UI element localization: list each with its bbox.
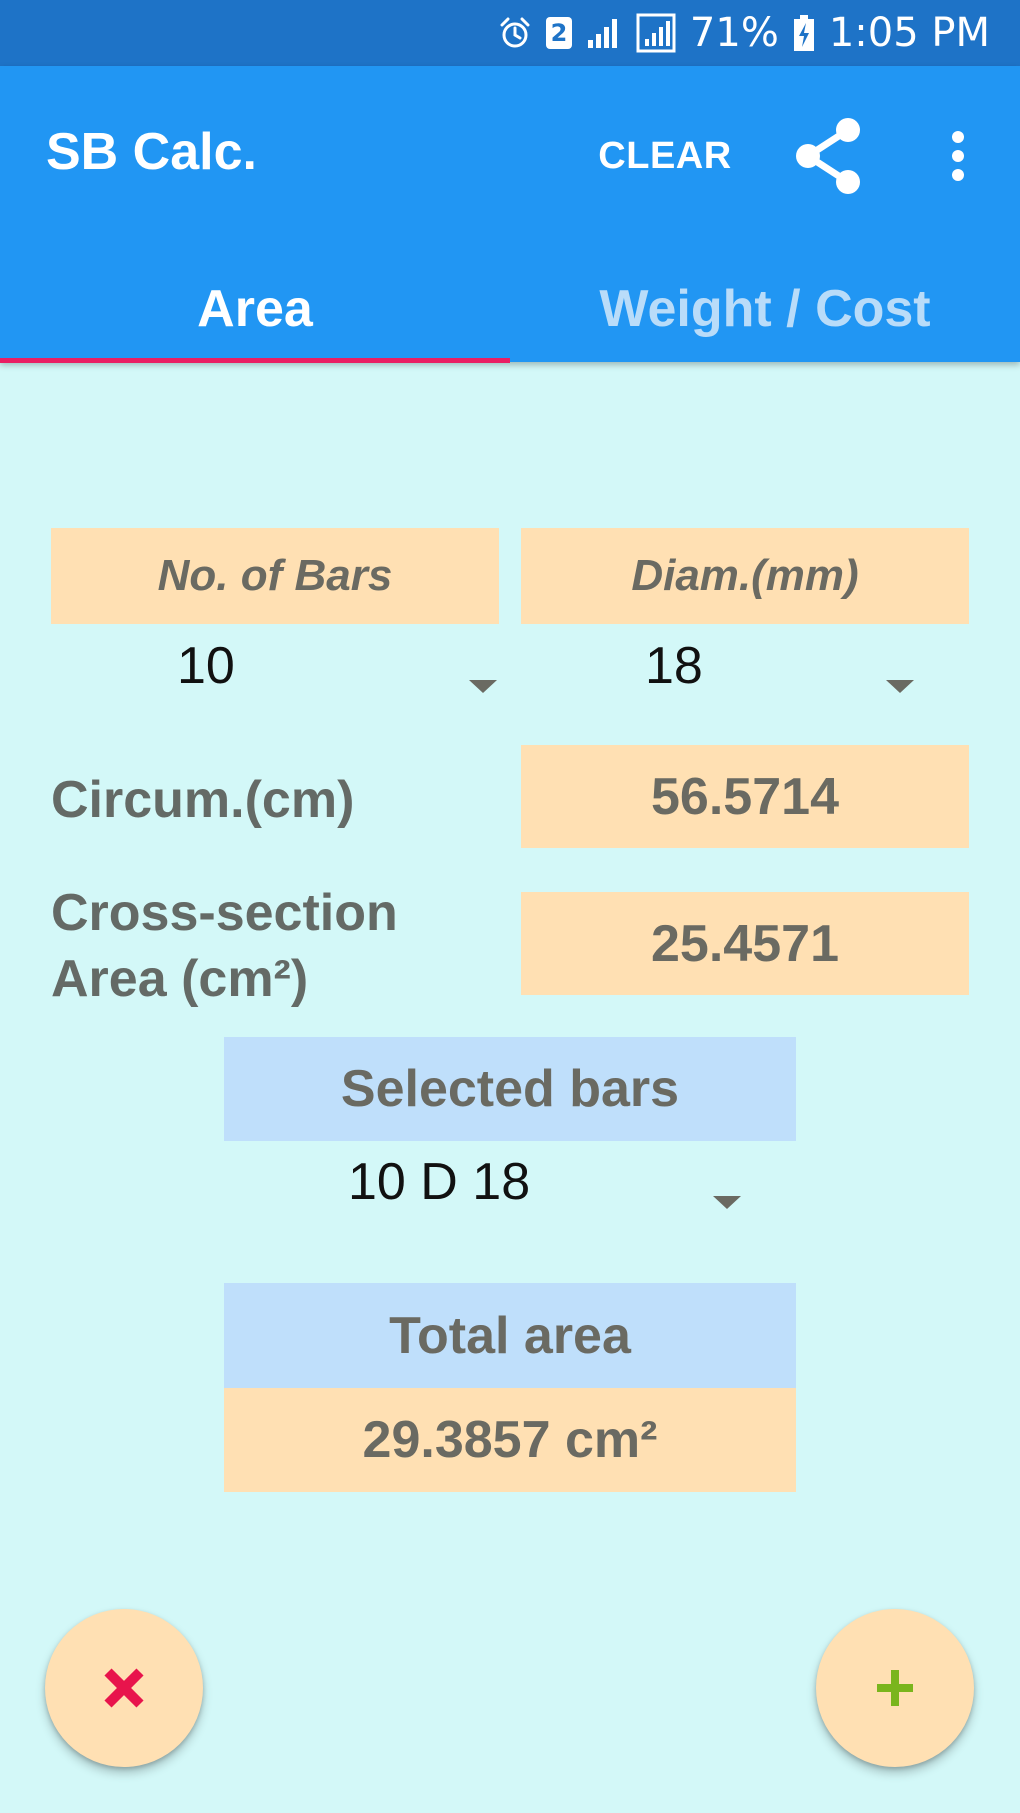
status-time: 1:05 PM	[828, 10, 990, 56]
alarm-icon	[498, 16, 532, 50]
diameter-spinner[interactable]: 18	[521, 626, 969, 706]
share-icon	[796, 118, 860, 194]
add-button[interactable]	[816, 1609, 974, 1767]
cross-section-value: 25.4571	[521, 892, 969, 995]
remove-button[interactable]	[45, 1609, 203, 1767]
total-area-header: Total area	[224, 1283, 796, 1388]
sim-badge: 2	[545, 17, 572, 49]
total-area-value: 29.3857 cm²	[224, 1388, 796, 1492]
selected-bars-spinner[interactable]: 10 D 18	[224, 1142, 796, 1222]
tab-area[interactable]: Area	[0, 256, 510, 362]
battery-charging-icon	[793, 14, 815, 52]
bars-header: No. of Bars	[51, 528, 499, 624]
battery-percent: 71%	[689, 10, 779, 56]
share-button[interactable]	[786, 106, 870, 206]
clear-button[interactable]: CLEAR	[590, 126, 740, 186]
plus-icon	[877, 1670, 913, 1706]
tab-indicator	[0, 358, 510, 363]
cross-section-label-line1: Cross-section	[51, 884, 398, 942]
bars-spinner[interactable]: 10	[51, 626, 499, 706]
diameter-value: 18	[645, 637, 703, 695]
diameter-header: Diam.(mm)	[521, 528, 969, 624]
bars-value: 10	[177, 637, 235, 695]
cross-section-label-line2: Area (cm²)	[51, 950, 309, 1008]
chevron-down-icon	[886, 680, 914, 693]
chevron-down-icon	[469, 680, 497, 693]
status-bar: 2 71% 1:05 PM	[0, 0, 1020, 66]
chevron-down-icon	[713, 1196, 741, 1209]
app-title: SB Calc.	[46, 123, 257, 181]
more-options-button[interactable]	[930, 116, 986, 196]
selected-bars-value: 10 D 18	[348, 1153, 531, 1211]
app-bar: SB Calc. CLEAR Area Weight / Cost	[0, 66, 1020, 363]
signal-icon	[636, 13, 676, 53]
more-vert-icon	[952, 131, 964, 181]
selected-bars-header: Selected bars	[224, 1037, 796, 1141]
signal-icon	[586, 16, 622, 50]
circumference-value: 56.5714	[521, 745, 969, 848]
tab-weight-cost[interactable]: Weight / Cost	[510, 256, 1020, 362]
status-icons: 2 71% 1:05 PM	[498, 0, 990, 66]
close-icon	[104, 1668, 144, 1708]
circumference-label: Circum.(cm)	[51, 771, 355, 829]
